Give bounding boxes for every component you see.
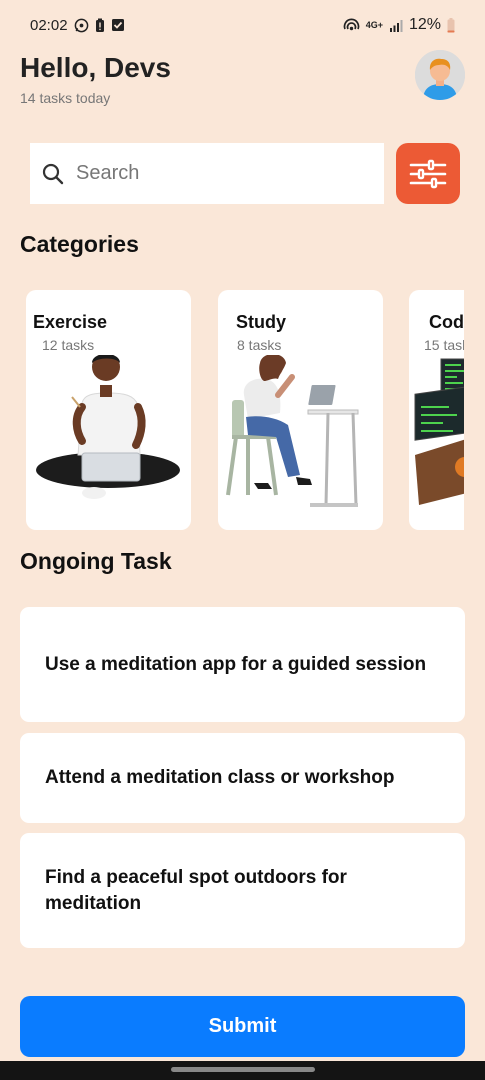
- home-gesture-handle[interactable]: [171, 1067, 315, 1072]
- search-bar[interactable]: [30, 143, 384, 204]
- submit-button[interactable]: Submit: [20, 996, 465, 1057]
- category-count: 8 tasks: [237, 337, 282, 353]
- status-time: 02:02: [30, 16, 68, 34]
- category-card-study[interactable]: Study 8 tasks: [218, 290, 383, 530]
- category-name: Exercise: [33, 312, 108, 332]
- checkbox-icon: [111, 18, 125, 32]
- exercise-illustration: [36, 355, 180, 499]
- category-name: Code: [429, 312, 464, 332]
- category-card-code[interactable]: Code 15 tasks: [409, 290, 464, 530]
- battery-icon: [447, 17, 455, 33]
- battery-percent: 12%: [408, 16, 441, 33]
- category-count: 15 tasks: [424, 337, 464, 353]
- code-illustration: [414, 358, 464, 505]
- avatar[interactable]: [415, 50, 465, 100]
- hotspot-icon: [343, 18, 360, 33]
- task-card[interactable]: Attend a meditation class or workshop: [20, 733, 465, 823]
- header: Hello, Devs 14 tasks today: [20, 50, 465, 120]
- task-card[interactable]: Use a meditation app for a guided sessio…: [20, 607, 465, 722]
- battery-alert-icon: [95, 18, 105, 33]
- sliders-icon: [409, 159, 447, 189]
- search-icon: [42, 163, 64, 185]
- signal-icon: [389, 19, 403, 32]
- status-bar: 02:02 4G+ 12%: [0, 0, 485, 50]
- greeting-title: Hello, Devs: [20, 52, 171, 83]
- categories-carousel[interactable]: Exercise 12 tasks Study 8 tasks Cod 15 t…: [0, 290, 464, 530]
- status-left: 02:02: [30, 17, 125, 34]
- study-illustration: [226, 355, 359, 507]
- search-input[interactable]: [76, 162, 356, 185]
- task-count-subtitle: 14 tasks today: [20, 90, 111, 106]
- category-card-exercise[interactable]: Exercise 12 tasks: [26, 290, 191, 530]
- status-right: 4G+ 12%: [343, 16, 455, 34]
- filter-button[interactable]: [396, 143, 460, 204]
- task-card[interactable]: Find a peaceful spot outdoors for medita…: [20, 833, 465, 948]
- category-name: Study: [236, 312, 287, 332]
- whatsapp-icon: [74, 18, 89, 33]
- ongoing-task-title: Ongoing Task: [20, 548, 172, 574]
- network-type: 4G+: [365, 19, 383, 30]
- system-nav-bar: [0, 1061, 485, 1080]
- task-text: Attend a meditation class or workshop: [45, 767, 395, 788]
- categories-title: Categories: [20, 231, 139, 257]
- category-count: 12 tasks: [42, 337, 95, 353]
- task-text: Find a peaceful spot outdoors for medita…: [45, 866, 347, 914]
- user-avatar-icon: [415, 50, 465, 100]
- task-text: Use a meditation app for a guided sessio…: [45, 653, 427, 675]
